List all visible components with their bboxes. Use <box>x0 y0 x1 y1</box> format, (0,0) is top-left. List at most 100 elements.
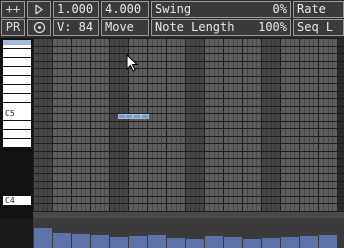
grid-column-line <box>114 38 115 218</box>
grid-column-line <box>218 38 219 218</box>
grid-column-line <box>57 38 58 218</box>
velocity-bar[interactable] <box>53 233 71 248</box>
piano-key[interactable] <box>3 126 31 129</box>
rate-field[interactable]: Rate <box>293 1 344 18</box>
piano-key[interactable] <box>3 99 31 102</box>
octave-label: C5 <box>5 109 15 118</box>
grid-column-line <box>304 38 305 218</box>
piano-key[interactable] <box>3 144 31 147</box>
move-button[interactable]: Move <box>101 19 149 36</box>
grid-row-line <box>33 106 344 107</box>
piano-key[interactable] <box>3 63 31 66</box>
octave-label: C4 <box>5 196 15 205</box>
grid-column-line <box>62 38 63 218</box>
velocity-bar[interactable] <box>224 237 242 248</box>
grid-column-line <box>33 38 34 218</box>
grid-column-line <box>38 38 39 218</box>
grid-column-line <box>242 38 243 218</box>
note-block[interactable] <box>125 114 133 119</box>
piano-key[interactable] <box>3 54 31 57</box>
velocity-bar[interactable] <box>243 239 261 248</box>
grid-row-line <box>33 128 344 129</box>
piano-key[interactable] <box>3 135 31 138</box>
velocity-bar[interactable] <box>34 228 52 248</box>
piano-keyboard[interactable]: C5 C4 <box>0 38 33 248</box>
grid-row-line <box>33 38 344 39</box>
grid-column-line <box>214 38 215 218</box>
velocity-bar[interactable] <box>72 234 90 248</box>
grid-column-line <box>237 38 238 218</box>
grid-column-line <box>85 38 86 218</box>
grid-column-line <box>171 38 172 218</box>
grid-row-line <box>33 158 344 159</box>
pr-button[interactable]: PR <box>1 19 25 36</box>
grid-column-line <box>261 38 262 218</box>
velocity-bar[interactable] <box>91 235 109 248</box>
grid-row-line <box>33 98 344 99</box>
grid-column-line <box>66 38 67 218</box>
note-block[interactable] <box>141 114 149 119</box>
grid-column-line <box>294 38 295 218</box>
grid-column-line <box>223 38 224 218</box>
grid-column-line <box>43 38 44 218</box>
velocity-bar[interactable] <box>300 236 318 248</box>
grid-column-line <box>119 38 120 218</box>
grid-column-line <box>152 38 153 218</box>
velocity-bar[interactable] <box>319 235 337 248</box>
velocity-bar[interactable] <box>281 237 299 248</box>
piano-roll-window: ++ 1.000 4.000 Swing 0% Rate PR V: 84 Mo… <box>0 0 344 248</box>
grid-column-line <box>109 38 110 218</box>
grid-column-line <box>104 38 105 218</box>
note-block[interactable] <box>133 114 141 119</box>
grid-row-line <box>33 61 344 62</box>
velocity-bar[interactable] <box>148 235 166 248</box>
play-button[interactable] <box>27 1 51 18</box>
velocity-bar[interactable] <box>262 238 280 248</box>
help-icon <box>33 21 45 34</box>
piano-key[interactable] <box>3 90 31 93</box>
length-field[interactable]: 1.000 <box>53 1 99 18</box>
piano-key[interactable] <box>3 81 31 84</box>
velocity-lane-header <box>0 218 33 248</box>
velocity-bar[interactable] <box>186 239 204 248</box>
piano-key[interactable] <box>3 72 31 75</box>
grid-column-line <box>166 38 167 218</box>
seq-length-field[interactable]: Seq L <box>293 19 344 36</box>
grid-column-line <box>157 38 158 218</box>
grid-row-line <box>33 91 344 92</box>
piano-key[interactable] <box>3 45 31 48</box>
grid-row-line <box>33 203 344 204</box>
grid-row-line <box>33 121 344 122</box>
grid-row-line <box>33 83 344 84</box>
grid-column-line <box>247 38 248 218</box>
grid-column-line <box>161 38 162 218</box>
velocity-bar[interactable] <box>167 238 185 248</box>
grid-column-line <box>266 38 267 218</box>
grid-column-line <box>228 38 229 218</box>
play-icon <box>35 4 44 15</box>
note-length-slider[interactable]: Note Length 100% <box>151 19 291 36</box>
velocity-bar[interactable] <box>110 237 128 248</box>
grid-column-line <box>299 38 300 218</box>
swing-label: Swing <box>155 2 192 16</box>
grid-column-line <box>337 38 338 218</box>
velocity-bar[interactable] <box>129 236 147 248</box>
grid-row-line <box>33 113 344 114</box>
velocity-bar[interactable] <box>205 236 223 248</box>
velocity-lane[interactable] <box>33 218 344 248</box>
help-button[interactable] <box>27 19 51 36</box>
grid-row-line <box>33 188 344 189</box>
grid-column-line <box>190 38 191 218</box>
grid-column-line <box>147 38 148 218</box>
grid-column-line <box>275 38 276 218</box>
grid-column-line <box>233 38 234 218</box>
grid-column-line <box>76 38 77 218</box>
swing-slider[interactable]: Swing 0% <box>151 1 291 18</box>
grid-column-line <box>328 38 329 218</box>
grid-column-line <box>271 38 272 218</box>
grid-column-line <box>309 38 310 218</box>
add-button[interactable]: ++ <box>1 1 25 18</box>
grid-column-line <box>280 38 281 218</box>
velocity-field[interactable]: V: 84 <box>53 19 99 36</box>
grid-field[interactable]: 4.000 <box>101 1 149 18</box>
